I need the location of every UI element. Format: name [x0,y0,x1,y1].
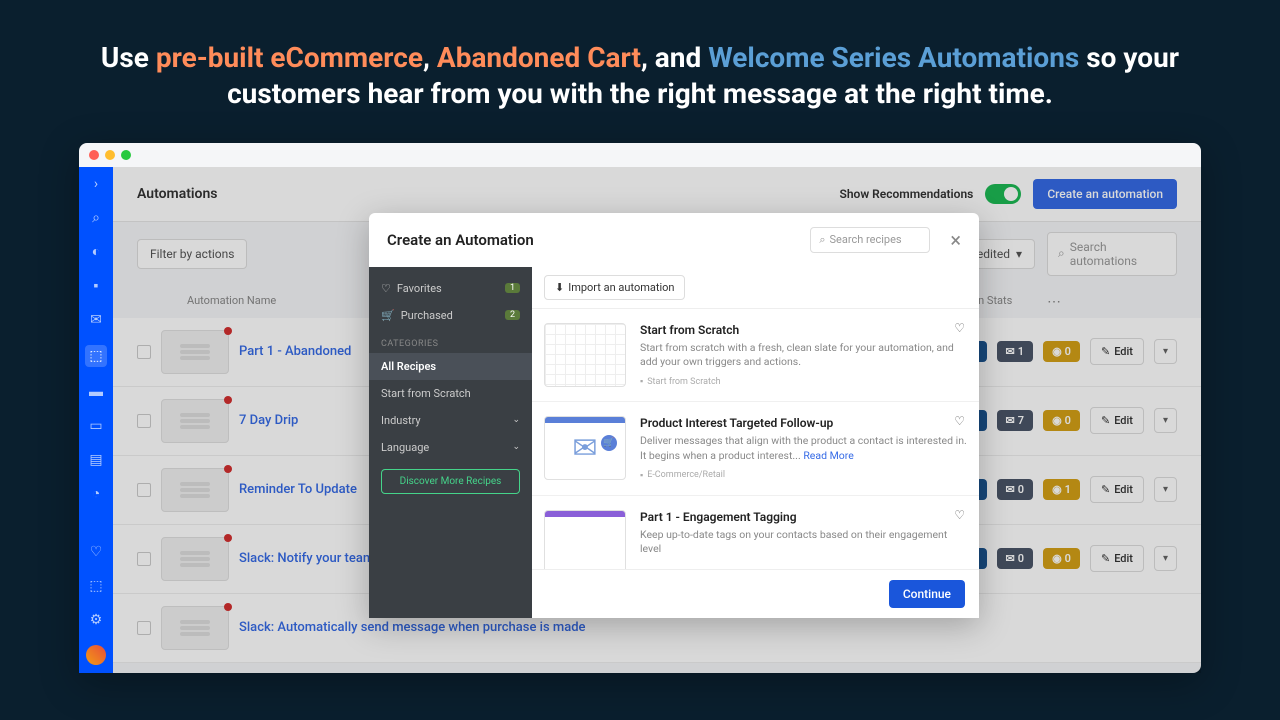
chat-icon[interactable]: ▭ [87,417,105,435]
search-icon[interactable]: ⌕ [87,209,105,227]
browser-window: › ⌕ ◐ ▪ ✉ ⬚ ▬ ▭ ▤ ◔ ♡ ⬚ ⚙ Automations Sh… [79,143,1201,673]
recipe-preview: 🛒 [544,416,626,480]
recipe-item[interactable]: Part 1 - Engagement Tagging Keep up-to-d… [532,496,979,569]
continue-button[interactable]: Continue [889,580,965,608]
avatar[interactable] [86,645,106,665]
reports-icon[interactable]: ◔ [87,485,105,503]
cart-icon: 🛒 [601,435,617,451]
sidebar-all-recipes[interactable]: All Recipes [369,353,532,380]
close-icon[interactable]: × [950,228,961,252]
marketing-headline: Use pre-built eCommerce, Abandoned Cart,… [0,0,1280,143]
modal-title: Create an Automation [387,231,798,249]
recipe-title: Start from Scratch [640,323,967,337]
close-icon[interactable] [89,150,99,160]
favorite-icon[interactable]: ♡ [954,321,965,335]
recipe-description: Deliver messages that align with the pro… [640,434,967,463]
favorite-icon[interactable]: ♡ [954,414,965,428]
sidebar-language[interactable]: Language⌄ [369,434,532,461]
site-icon[interactable]: ▤ [87,451,105,469]
window-titlebar [79,143,1201,167]
automations-icon[interactable]: ⬚ [85,345,107,367]
modal-header: Create an Automation ⌕Search recipes × [369,213,979,267]
deals-icon[interactable]: ▬ [87,383,105,401]
sidebar-start-scratch[interactable]: Start from Scratch [369,380,532,407]
recipe-description: Start from scratch with a fresh, clean s… [640,341,967,370]
recipe-title: Product Interest Targeted Follow-up [640,416,967,430]
categories-label: CATEGORIES [369,329,532,353]
import-bar: ⬇Import an automation [532,267,979,309]
chevron-down-icon: ⌄ [512,442,520,452]
idea-icon[interactable]: ◐ [87,243,105,261]
modal-footer: Continue [532,569,979,618]
sidebar-purchased[interactable]: 🛒Purchased2 [369,302,532,329]
minimize-icon[interactable] [105,150,115,160]
recipe-preview [544,323,626,387]
modal-sidebar: ♡Favorites1 🛒Purchased2 CATEGORIES All R… [369,267,532,618]
discover-recipes-button[interactable]: Discover More Recipes [381,469,520,494]
chevron-down-icon: ⌄ [512,415,520,425]
app-sidebar: › ⌕ ◐ ▪ ✉ ⬚ ▬ ▭ ▤ ◔ ♡ ⬚ ⚙ [79,167,113,673]
contacts-icon[interactable]: ▪ [87,277,105,295]
apps-icon[interactable]: ⬚ [87,577,105,595]
recipe-description: Keep up-to-date tags on your contacts ba… [640,528,967,557]
tag-icon: ▪ [640,376,643,387]
recipe-item[interactable]: 🛒 Product Interest Targeted Follow-up De… [532,402,979,495]
create-automation-modal: Create an Automation ⌕Search recipes × ♡… [369,213,979,618]
maximize-icon[interactable] [121,150,131,160]
search-icon: ⌕ [819,233,825,247]
recipe-item[interactable]: Start from Scratch Start from scratch wi… [532,309,979,402]
mail-icon[interactable]: ✉ [87,311,105,329]
recipe-preview [544,510,626,569]
import-automation-button[interactable]: ⬇Import an automation [544,275,685,300]
sidebar-favorites[interactable]: ♡Favorites1 [369,275,532,302]
recipe-tag: ▪E-Commerce/Retail [640,470,967,481]
favorite-icon[interactable]: ♡ [954,508,965,522]
recipe-tag: ▪Start from Scratch [640,376,967,387]
search-recipes-input[interactable]: ⌕Search recipes [810,227,930,253]
heart-icon[interactable]: ♡ [87,543,105,561]
cart-icon: 🛒 [381,309,395,322]
read-more-link[interactable]: Read More [803,449,853,462]
sidebar-industry[interactable]: Industry⌄ [369,407,532,434]
tag-icon: ▪ [640,470,643,481]
logo-icon[interactable]: › [87,175,105,193]
recipe-title: Part 1 - Engagement Tagging [640,510,967,524]
heart-icon: ♡ [381,282,391,295]
download-icon: ⬇ [555,281,564,294]
gear-icon[interactable]: ⚙ [87,611,105,629]
